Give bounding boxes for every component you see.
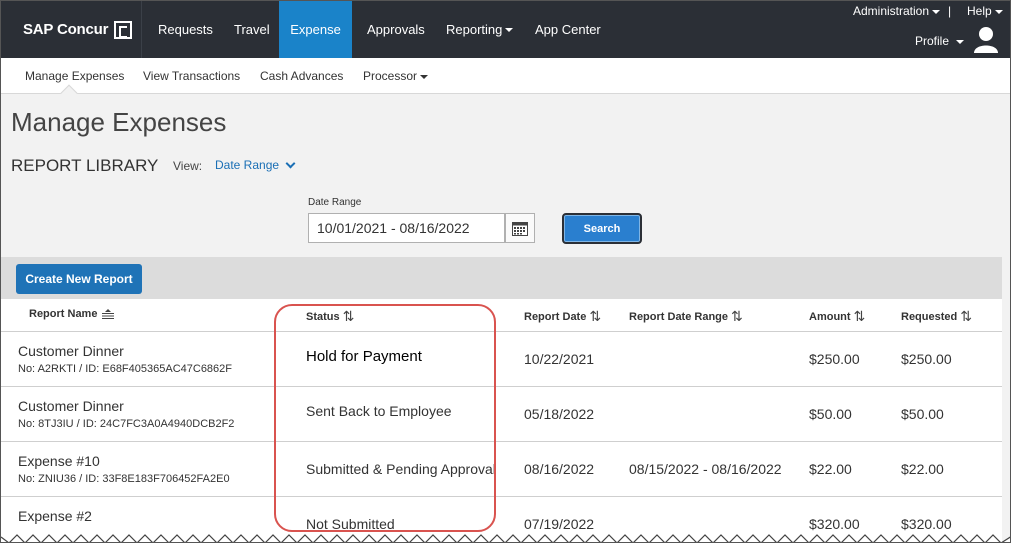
column-header-label: Report Date Range [629, 310, 729, 323]
nav-requests[interactable]: Requests [143, 1, 228, 58]
profile-label: Profile [915, 34, 950, 48]
sort-icon: ⇅ [589, 308, 602, 324]
nav-app-center[interactable]: App Center [520, 1, 616, 58]
report-toolbar [1, 257, 1002, 299]
report-date: 07/19/2022 [524, 516, 595, 532]
concur-logo-icon [114, 20, 133, 39]
column-header-report-date-range[interactable]: Report Date Range ⇅ [629, 308, 743, 325]
column-header-requested[interactable]: Requested ⇅ [901, 308, 972, 325]
subnav-manage-expenses[interactable]: Manage Expenses [25, 69, 124, 83]
subnav-processor-label: Processor [363, 69, 418, 83]
app-window: SAP Concur Requests Travel Expense Appro… [0, 0, 1011, 543]
report-requested: $250.00 [901, 351, 952, 367]
nav-reporting-label: Reporting [446, 22, 503, 37]
nav-approvals-label: Approvals [367, 22, 425, 37]
date-range-label: Date Range [308, 197, 362, 208]
report-amount: $50.00 [809, 406, 852, 422]
table-row[interactable]: Expense #10 No: ZNIU36 / ID: 33F8E183F70… [1, 442, 1002, 497]
report-id: No: A2RKTI / ID: E68F405365AC47C6862F [18, 363, 233, 375]
profile-menu[interactable]: Profile [915, 34, 965, 48]
column-header-label: Report Date [524, 310, 587, 323]
administration-menu[interactable]: Administration [853, 4, 941, 18]
report-date: 10/22/2021 [524, 351, 595, 367]
menu-separator: | [948, 4, 952, 18]
report-status: Not Submitted [306, 516, 395, 532]
report-requested: $50.00 [901, 406, 944, 422]
table-row[interactable]: Customer Dinner No: 8TJ3IU / ID: 24C7FC3… [1, 387, 1002, 442]
sort-icon: ⇅ [342, 308, 355, 324]
report-status: Submitted & Pending Approval [306, 461, 496, 477]
sub-navigation: Manage Expenses View Transactions Cash A… [1, 58, 1010, 102]
subnav-cash-advances[interactable]: Cash Advances [260, 69, 343, 83]
report-requested: $22.00 [901, 461, 944, 477]
report-name[interactable]: Customer Dinner [18, 343, 124, 359]
report-amount: $320.00 [809, 516, 860, 532]
report-date: 08/16/2022 [524, 461, 595, 477]
report-id: No: 8TJ3IU / ID: 24C7FC3A0A4940DCB2F2 [18, 418, 235, 430]
view-select[interactable]: Date Range [215, 158, 296, 172]
report-table: Report Name Status ⇅ Report Date ⇅ Report … [1, 299, 1002, 542]
nav-reporting[interactable]: Reporting [431, 1, 528, 58]
sort-ascending-icon [102, 309, 115, 319]
report-amount: $22.00 [809, 461, 852, 477]
report-date: 05/18/2022 [524, 406, 595, 422]
nav-app-center-label: App Center [535, 22, 601, 37]
report-date-range: 08/15/2022 - 08/16/2022 [629, 461, 782, 477]
administration-label: Administration [853, 4, 930, 18]
subnav-view-transactions[interactable]: View Transactions [143, 69, 240, 83]
nav-requests-label: Requests [158, 22, 213, 37]
table-row[interactable]: Customer Dinner No: A2RKTI / ID: E68F405… [1, 332, 1002, 387]
column-header-label: Requested [901, 310, 958, 323]
sort-icon: ⇅ [960, 308, 972, 324]
nav-travel[interactable]: Travel [219, 1, 285, 58]
chevron-down-icon [285, 158, 296, 168]
chevron-down-icon [994, 9, 1003, 14]
create-new-report-button[interactable]: Create New Report [16, 264, 142, 294]
column-header-label: Status [306, 310, 340, 323]
report-status: Sent Back to Employee [306, 403, 452, 419]
nav-expense[interactable]: Expense [279, 1, 352, 58]
report-name[interactable]: Customer Dinner [18, 398, 124, 414]
brand-name: SAP Concur [23, 21, 109, 38]
calendar-button[interactable] [505, 213, 535, 243]
report-status: Hold for Payment [306, 348, 422, 365]
chevron-down-icon [420, 74, 429, 79]
nav-travel-label: Travel [234, 22, 270, 37]
search-button[interactable]: Search [562, 213, 642, 244]
calendar-icon [512, 221, 528, 236]
date-range-input[interactable] [308, 213, 505, 243]
view-select-value: Date Range [215, 158, 280, 172]
subnav-processor[interactable]: Processor [363, 69, 429, 83]
view-label: View: [173, 159, 203, 173]
torn-edge [1, 534, 1010, 542]
chevron-down-icon [932, 9, 941, 14]
active-indicator [60, 84, 78, 102]
brand-logo[interactable]: SAP Concur [1, 1, 142, 58]
section-title: REPORT LIBRARY [11, 156, 159, 175]
help-menu[interactable]: Help [967, 4, 1003, 18]
sort-icon: ⇅ [731, 308, 743, 324]
sort-icon: ⇅ [853, 308, 866, 324]
column-header-report-date[interactable]: Report Date ⇅ [524, 308, 601, 325]
report-name[interactable]: Expense #10 [18, 453, 100, 469]
top-navigation: SAP Concur Requests Travel Expense Appro… [1, 1, 1010, 58]
column-header-label: Report Name [29, 308, 98, 320]
report-amount: $250.00 [809, 351, 860, 367]
report-id: No: ZNIU36 / ID: 33F8E183F706452FA2E0 [18, 473, 230, 485]
column-header-label: Amount [809, 310, 851, 323]
nav-expense-label: Expense [290, 22, 341, 37]
column-header-report-name[interactable]: Report Name [29, 308, 115, 320]
help-label: Help [967, 4, 992, 18]
report-requested: $320.00 [901, 516, 952, 532]
chevron-down-icon [956, 39, 965, 44]
page-title: Manage Expenses [11, 107, 227, 137]
column-header-status[interactable]: Status ⇅ [306, 308, 354, 325]
chevron-down-icon [505, 27, 514, 32]
column-header-amount[interactable]: Amount ⇅ [809, 308, 865, 325]
user-avatar-icon[interactable] [973, 25, 999, 53]
nav-approvals[interactable]: Approvals [352, 1, 440, 58]
report-name[interactable]: Expense #2 [18, 508, 92, 524]
